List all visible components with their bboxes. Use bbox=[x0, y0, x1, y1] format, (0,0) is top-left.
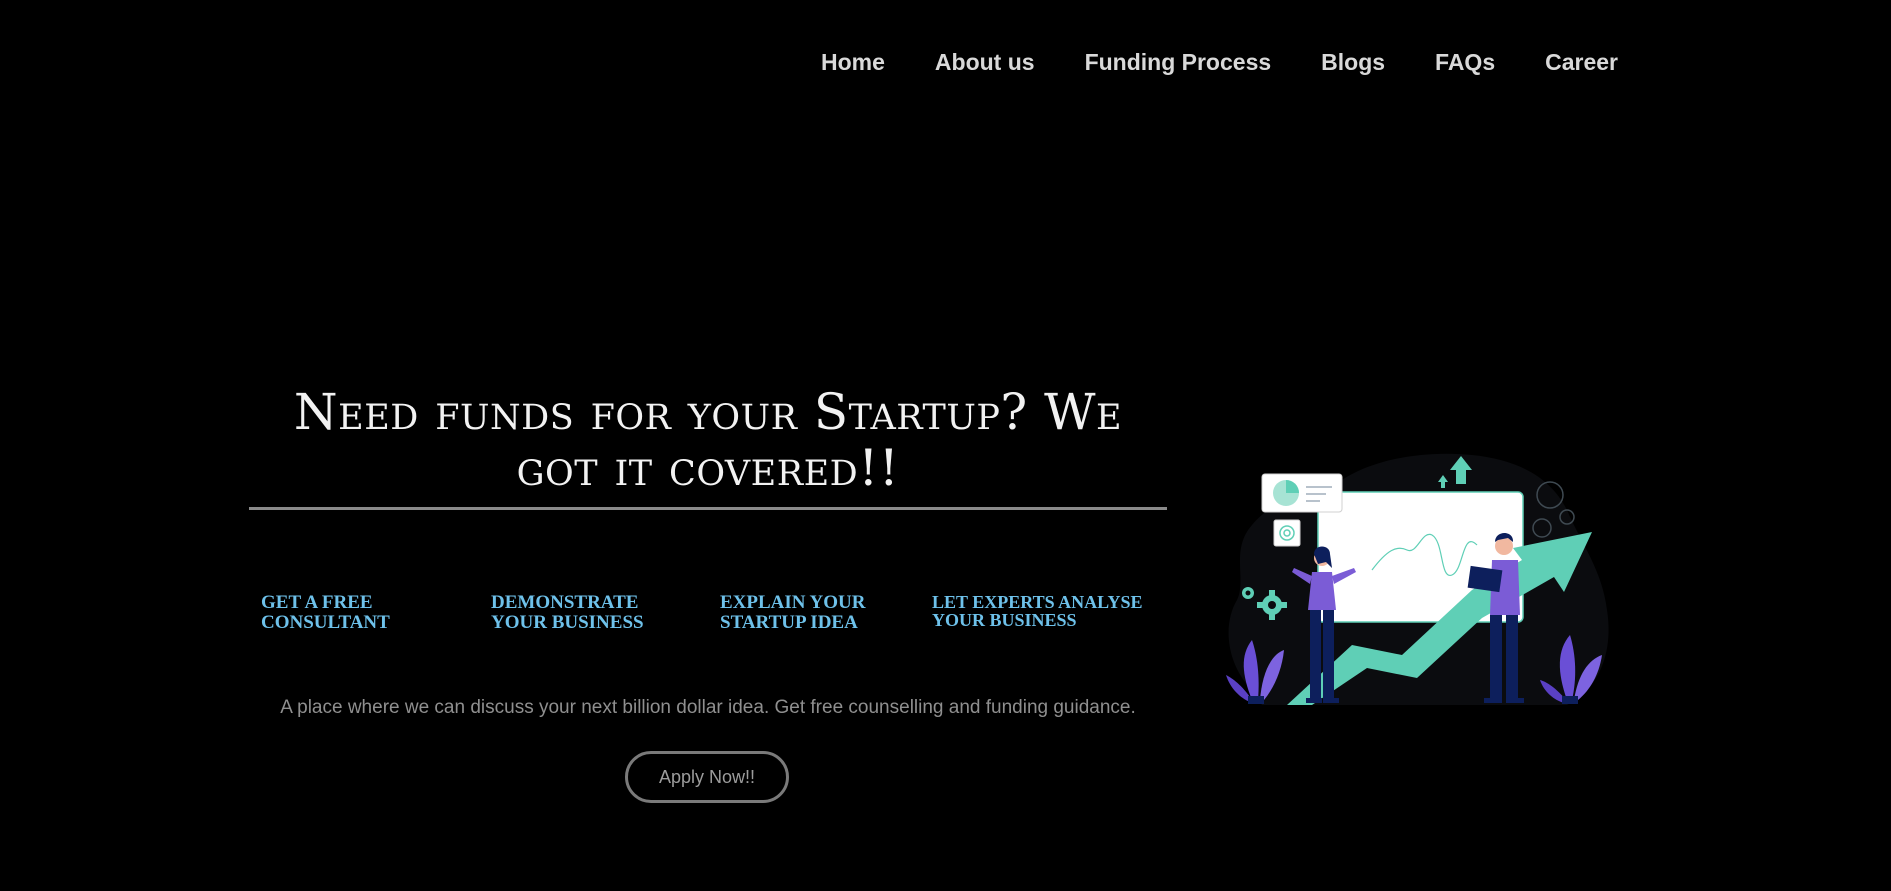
nav-career[interactable]: Career bbox=[1545, 44, 1618, 80]
page: Home About us Funding Process Blogs FAQs… bbox=[0, 0, 1891, 891]
top-nav: Home About us Funding Process Blogs FAQs… bbox=[821, 44, 1618, 80]
hero-tagline: A place where we can discuss your next b… bbox=[280, 697, 1136, 718]
hero-divider bbox=[249, 507, 1167, 510]
startup-growth-illustration bbox=[1226, 453, 1609, 705]
nav-funding-process[interactable]: Funding Process bbox=[1085, 44, 1272, 80]
step-experts-analyse: LET EXPERTS ANALYSE YOUR BUSINESS bbox=[932, 592, 1143, 630]
pie-chart-icon bbox=[1261, 473, 1343, 513]
apply-now-button[interactable]: Apply Now!! bbox=[625, 751, 789, 803]
step-explain-idea: EXPLAIN YOUR STARTUP IDEA bbox=[720, 592, 866, 633]
step-free-consultant: GET A FREE CONSULTANT bbox=[261, 592, 390, 633]
nav-about-us[interactable]: About us bbox=[935, 44, 1035, 80]
step-demonstrate-business: DEMONSTRATE YOUR BUSINESS bbox=[491, 592, 644, 633]
process-steps: GET A FREE CONSULTANT DEMONSTRATE YOUR B… bbox=[261, 593, 1161, 643]
nav-blogs[interactable]: Blogs bbox=[1321, 44, 1385, 80]
nav-faqs[interactable]: FAQs bbox=[1435, 44, 1495, 80]
hero-headline: Need funds for your Startup? We got it c… bbox=[293, 383, 1123, 497]
nav-home[interactable]: Home bbox=[821, 44, 885, 80]
